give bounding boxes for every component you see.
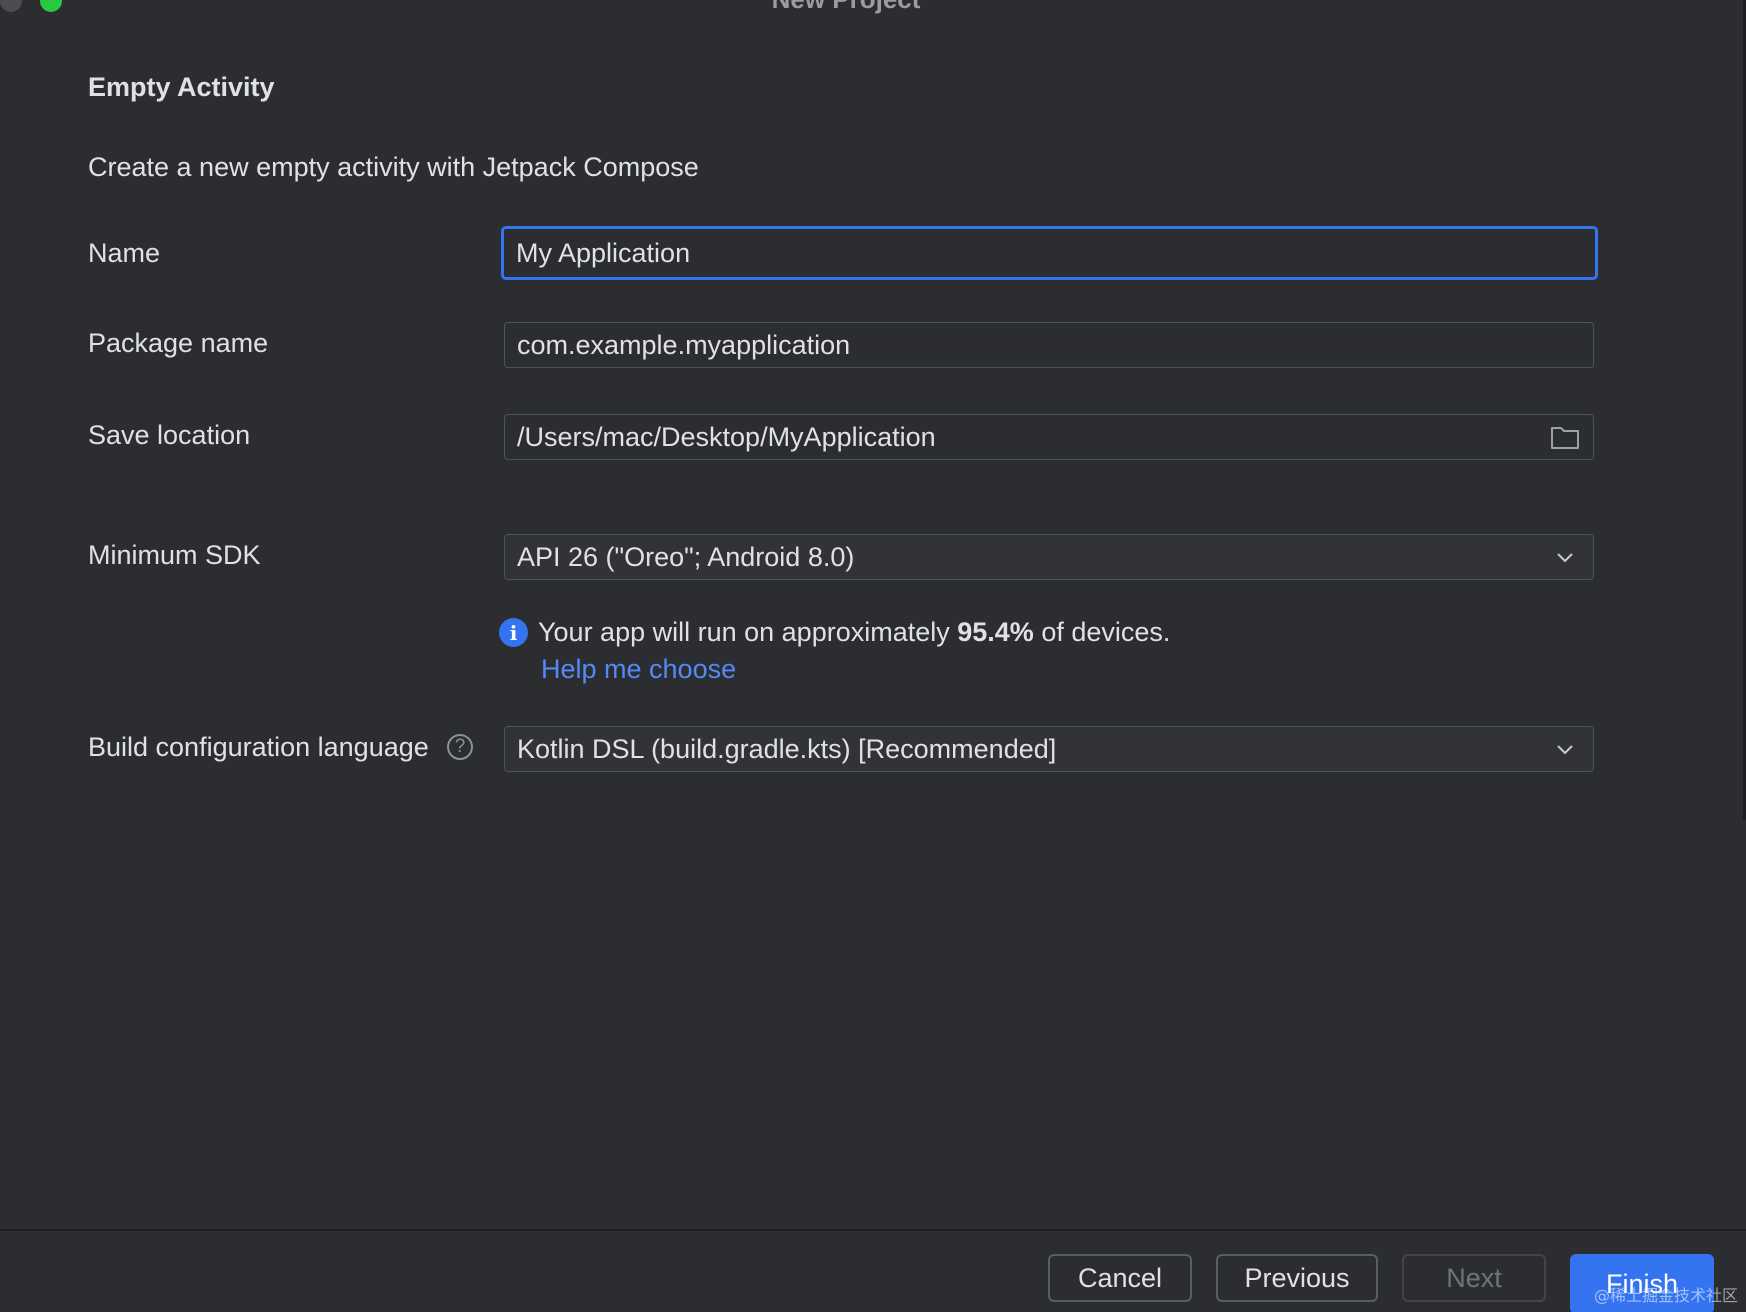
- minimum-sdk-value: API 26 ("Oreo"; Android 8.0): [517, 541, 855, 572]
- watermark: @稀土掘金技术社区: [1593, 1286, 1738, 1305]
- title-bar: New Project: [0, 0, 1746, 14]
- chevron-down-icon: [1549, 541, 1581, 573]
- folder-icon[interactable]: [1549, 421, 1581, 453]
- sdk-coverage-percentage: 95.4%: [957, 617, 1034, 647]
- package-name-field[interactable]: [504, 322, 1594, 368]
- name-input[interactable]: [516, 237, 1583, 269]
- chevron-down-icon: [1549, 733, 1581, 765]
- previous-button[interactable]: Previous: [1216, 1254, 1378, 1302]
- save-location-label: Save location: [88, 420, 251, 450]
- package-name-label: Package name: [88, 328, 269, 358]
- build-language-label: Build configuration language: [88, 732, 429, 762]
- minimum-sdk-dropdown[interactable]: API 26 ("Oreo"; Android 8.0): [504, 534, 1594, 580]
- footer-divider: [0, 1229, 1746, 1231]
- window-title: New Project: [0, 0, 1692, 14]
- sdk-info-suffix: of devices.: [1033, 617, 1171, 647]
- info-icon: i: [499, 618, 528, 647]
- build-language-dropdown[interactable]: Kotlin DSL (build.gradle.kts) [Recommend…: [504, 726, 1594, 772]
- save-location-input[interactable]: [517, 421, 1549, 453]
- sdk-info-prefix: Your app will run on approximately: [538, 617, 958, 647]
- save-location-field[interactable]: [504, 414, 1594, 460]
- minimum-sdk-label: Minimum SDK: [88, 540, 261, 570]
- next-button[interactable]: Next: [1402, 1254, 1546, 1302]
- package-name-input[interactable]: [517, 329, 1581, 361]
- sdk-coverage-info: i Your app will run on approximately 95.…: [499, 617, 1170, 648]
- name-label: Name: [88, 238, 161, 268]
- question-icon[interactable]: ?: [447, 734, 473, 760]
- name-field[interactable]: [501, 226, 1598, 280]
- help-me-choose-link[interactable]: Help me choose: [541, 654, 736, 685]
- cancel-button[interactable]: Cancel: [1048, 1254, 1192, 1302]
- build-language-value: Kotlin DSL (build.gradle.kts) [Recommend…: [517, 733, 1057, 764]
- page-description: Create a new empty activity with Jetpack…: [88, 152, 699, 182]
- page-heading: Empty Activity: [88, 72, 275, 102]
